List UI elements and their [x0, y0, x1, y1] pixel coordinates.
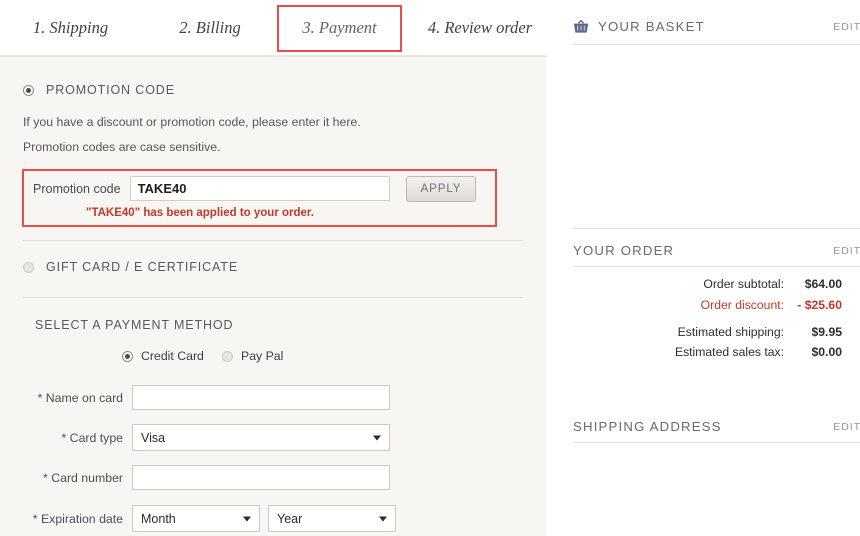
- expiration-year-value: Year: [277, 511, 303, 526]
- basket-icon: [573, 19, 589, 34]
- expiration-date-label: * Expiration date: [32, 511, 123, 526]
- order-edit-link[interactable]: EDIT: [833, 245, 860, 257]
- chevron-down-icon: [373, 435, 381, 440]
- order-summary-panel: YOUR BASKET EDIT Caribbean Island Wild F…: [546, 0, 860, 536]
- order-header: YOUR ORDER EDIT: [573, 243, 860, 258]
- basket-header-rule: [573, 44, 860, 45]
- order-discount-label: Order discount:: [700, 298, 784, 312]
- active-tab-highlight: [277, 5, 402, 52]
- gift-card-option[interactable]: GIFT CARD / E CERTIFICATE: [23, 260, 238, 274]
- paypal-radio[interactable]: [222, 350, 233, 362]
- card-type-select[interactable]: Visa: [132, 424, 390, 451]
- expiration-month-select[interactable]: Month: [132, 505, 260, 532]
- tab-billing[interactable]: 2. Billing: [150, 0, 270, 56]
- chevron-down-icon: [379, 516, 387, 521]
- divider-above-giftcard: [23, 240, 523, 241]
- promotion-code-radio[interactable]: [23, 84, 34, 96]
- expiration-date-row: * Expiration date Month Year: [15, 505, 396, 532]
- divider-above-payment-method: [23, 297, 523, 298]
- card-type-value: Visa: [141, 430, 166, 445]
- gift-card-option-label: GIFT CARD / E CERTIFICATE: [46, 260, 239, 274]
- order-header-rule: [573, 266, 860, 267]
- order-subtotal-value: $64.00: [804, 277, 842, 291]
- estimated-shipping-row: Estimated shipping: $9.95: [678, 325, 842, 339]
- promotion-code-row: Promotion code: [33, 176, 390, 201]
- promotion-code-option-label: PROMOTION CODE: [46, 83, 175, 97]
- basket-title: YOUR BASKET: [598, 19, 705, 34]
- apply-promotion-button[interactable]: APPLY: [406, 176, 476, 202]
- promotion-case-sensitive-text: Promotion codes are case sensitive.: [23, 140, 221, 154]
- paypal-label: Pay Pal: [241, 349, 284, 363]
- shipping-address-header: SHIPPING ADDRESS EDIT: [573, 419, 860, 434]
- card-number-label: * Card number: [43, 470, 123, 485]
- payment-panel: 1. Shipping 2. Billing 3. Payment 4. Rev…: [0, 0, 546, 536]
- promotion-code-label: Promotion code: [33, 181, 121, 196]
- chevron-down-icon: [243, 516, 251, 521]
- estimated-tax-value: $0.00: [811, 345, 843, 359]
- name-on-card-input[interactable]: [132, 385, 390, 410]
- select-payment-method-title: SELECT A PAYMENT METHOD: [35, 318, 234, 332]
- card-type-row: * Card type Visa: [15, 424, 390, 451]
- gift-card-radio[interactable]: [23, 261, 34, 273]
- estimated-shipping-label: Estimated shipping:: [677, 325, 784, 339]
- tabs-underline: [0, 55, 546, 57]
- estimated-tax-row: Estimated sales tax: $0.00: [675, 345, 842, 359]
- checkout-page: 1. Shipping 2. Billing 3. Payment 4. Rev…: [0, 0, 860, 536]
- card-type-label: * Card type: [61, 430, 123, 445]
- card-number-row: * Card number: [15, 465, 390, 490]
- promotion-applied-message: "TAKE40" has been applied to your order.: [86, 207, 314, 219]
- tab-review-order[interactable]: 4. Review order: [410, 0, 550, 56]
- credit-card-radio[interactable]: [122, 350, 133, 362]
- order-subtotal-row: Order subtotal: $64.00: [703, 277, 842, 291]
- credit-card-label: Credit Card: [141, 349, 204, 363]
- name-on-card-label: * Name on card: [37, 390, 123, 405]
- expiration-year-select[interactable]: Year: [268, 505, 396, 532]
- shipping-address-edit-link[interactable]: EDIT: [833, 421, 860, 433]
- order-discount-value: - $25.60: [797, 298, 842, 312]
- shipping-address-rule: [573, 442, 860, 443]
- payment-method-paypal[interactable]: Pay Pal: [222, 349, 283, 363]
- basket-edit-link[interactable]: EDIT: [833, 21, 860, 33]
- basket-bottom-rule: [573, 228, 860, 229]
- shipping-address-title: SHIPPING ADDRESS: [573, 419, 722, 434]
- payment-method-credit-card[interactable]: Credit Card: [122, 349, 204, 363]
- expiration-month-value: Month: [141, 511, 176, 526]
- card-number-input[interactable]: [132, 465, 390, 490]
- estimated-shipping-value: $9.95: [811, 325, 843, 339]
- order-discount-row: Order discount: - $25.60: [701, 298, 842, 312]
- name-on-card-row: * Name on card: [15, 385, 390, 410]
- promotion-code-option[interactable]: PROMOTION CODE: [23, 83, 175, 97]
- promotion-code-input[interactable]: [129, 176, 390, 201]
- order-title: YOUR ORDER: [573, 243, 675, 258]
- promotion-intro-text: If you have a discount or promotion code…: [23, 115, 361, 129]
- estimated-tax-label: Estimated sales tax:: [674, 345, 784, 359]
- checkout-steps-tabs: 1. Shipping 2. Billing 3. Payment 4. Rev…: [0, 0, 546, 56]
- tab-shipping[interactable]: 1. Shipping: [8, 0, 133, 56]
- order-subtotal-label: Order subtotal:: [703, 277, 784, 291]
- basket-header: YOUR BASKET EDIT: [573, 19, 860, 34]
